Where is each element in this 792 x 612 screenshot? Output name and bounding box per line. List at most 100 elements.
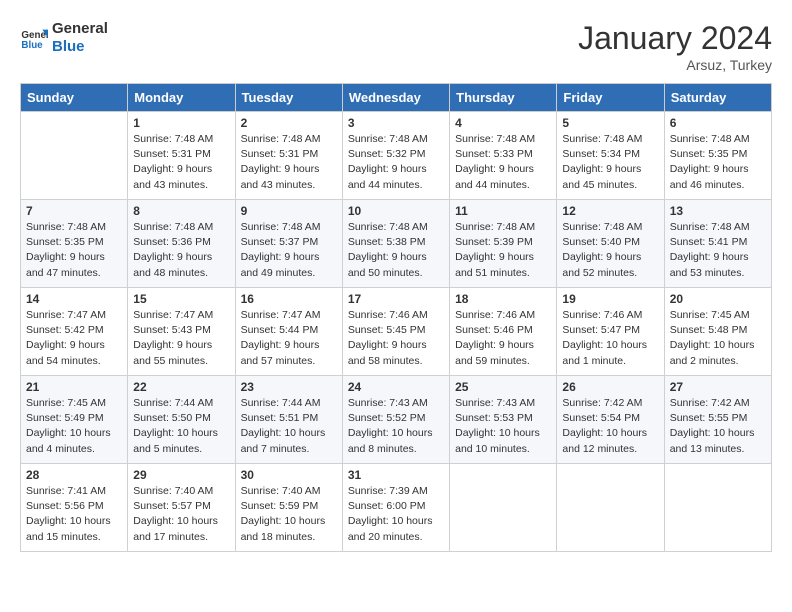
- day-info: Sunrise: 7:48 AMSunset: 5:34 PMDaylight:…: [562, 132, 658, 193]
- calendar-cell: [664, 464, 771, 552]
- calendar-cell: 16 Sunrise: 7:47 AMSunset: 5:44 PMDayligh…: [235, 288, 342, 376]
- calendar-cell: 12 Sunrise: 7:48 AMSunset: 5:40 PMDayligh…: [557, 200, 664, 288]
- column-header-saturday: Saturday: [664, 84, 771, 112]
- calendar-cell: 29Sunrise: 7:40 AMSunset: 5:57 PMDayligh…: [128, 464, 235, 552]
- calendar-cell: 28 Sunrise: 7:41 AMSunset: 5:56 PMDayligh…: [21, 464, 128, 552]
- day-number: 1: [133, 116, 229, 130]
- calendar-cell: 14Sunrise: 7:47 AMSunset: 5:42 PMDayligh…: [21, 288, 128, 376]
- column-header-thursday: Thursday: [450, 84, 557, 112]
- day-number: 4: [455, 116, 551, 130]
- week-row: 1 Sunrise: 7:48 AMSunset: 5:31 PMDaylight…: [21, 112, 772, 200]
- day-info: Sunrise: 7:46 AMSunset: 5:47 PMDaylight:…: [562, 308, 658, 369]
- calendar-cell: 25 Sunrise: 7:43 AMSunset: 5:53 PMDayligh…: [450, 376, 557, 464]
- day-number: 12: [562, 204, 658, 218]
- week-row: 7Sunrise: 7:48 AMSunset: 5:35 PMDaylight…: [21, 200, 772, 288]
- day-number: 5: [562, 116, 658, 130]
- day-number: 31: [348, 468, 444, 482]
- title-block: January 2024 Arsuz, Turkey: [578, 20, 772, 73]
- calendar-cell: 20 Sunrise: 7:45 AMSunset: 5:48 PMDayligh…: [664, 288, 771, 376]
- day-number: 28: [26, 468, 122, 482]
- day-info: Sunrise: 7:44 AMSunset: 5:51 PMDaylight:…: [241, 396, 337, 457]
- calendar-cell: 26 Sunrise: 7:42 AMSunset: 5:54 PMDayligh…: [557, 376, 664, 464]
- logo: General Blue General Blue: [20, 20, 108, 56]
- calendar-cell: 18 Sunrise: 7:46 AMSunset: 5:46 PMDayligh…: [450, 288, 557, 376]
- day-info: Sunrise: 7:43 AMSunset: 5:52 PMDaylight:…: [348, 396, 444, 457]
- day-number: 29: [133, 468, 229, 482]
- day-info: Sunrise: 7:41 AMSunset: 5:56 PMDaylight:…: [26, 484, 122, 545]
- calendar-cell: [21, 112, 128, 200]
- day-number: 13: [670, 204, 766, 218]
- day-info: Sunrise: 7:46 AMSunset: 5:45 PMDaylight:…: [348, 308, 444, 369]
- calendar-cell: 7Sunrise: 7:48 AMSunset: 5:35 PMDaylight…: [21, 200, 128, 288]
- day-info: Sunrise: 7:44 AMSunset: 5:50 PMDaylight:…: [133, 396, 229, 457]
- day-info: Sunrise: 7:45 AMSunset: 5:48 PMDaylight:…: [670, 308, 766, 369]
- day-info: Sunrise: 7:46 AMSunset: 5:46 PMDaylight:…: [455, 308, 551, 369]
- day-number: 20: [670, 292, 766, 306]
- calendar-cell: 27 Sunrise: 7:42 AMSunset: 5:55 PMDayligh…: [664, 376, 771, 464]
- day-info: Sunrise: 7:48 AMSunset: 5:36 PMDaylight:…: [133, 220, 229, 281]
- day-info: Sunrise: 7:43 AMSunset: 5:53 PMDaylight:…: [455, 396, 551, 457]
- logo-icon: General Blue: [20, 24, 48, 52]
- day-number: 21: [26, 380, 122, 394]
- day-number: 2: [241, 116, 337, 130]
- day-info: Sunrise: 7:48 AMSunset: 5:40 PMDaylight:…: [562, 220, 658, 281]
- calendar-cell: [450, 464, 557, 552]
- week-row: 21Sunrise: 7:45 AMSunset: 5:49 PMDayligh…: [21, 376, 772, 464]
- day-number: 10: [348, 204, 444, 218]
- day-info: Sunrise: 7:40 AMSunset: 5:59 PMDaylight:…: [241, 484, 337, 545]
- calendar-table: SundayMondayTuesdayWednesdayThursdayFrid…: [20, 83, 772, 552]
- day-info: Sunrise: 7:42 AMSunset: 5:54 PMDaylight:…: [562, 396, 658, 457]
- day-number: 22: [133, 380, 229, 394]
- day-info: Sunrise: 7:48 AMSunset: 5:31 PMDaylight:…: [133, 132, 229, 193]
- calendar-cell: 24 Sunrise: 7:43 AMSunset: 5:52 PMDayligh…: [342, 376, 449, 464]
- month-title: January 2024: [578, 20, 772, 57]
- calendar-cell: 9 Sunrise: 7:48 AMSunset: 5:37 PMDaylight…: [235, 200, 342, 288]
- column-header-wednesday: Wednesday: [342, 84, 449, 112]
- calendar-cell: 23 Sunrise: 7:44 AMSunset: 5:51 PMDayligh…: [235, 376, 342, 464]
- logo-blue: Blue: [52, 38, 108, 56]
- column-header-sunday: Sunday: [21, 84, 128, 112]
- day-info: Sunrise: 7:48 AMSunset: 5:32 PMDaylight:…: [348, 132, 444, 193]
- week-row: 28 Sunrise: 7:41 AMSunset: 5:56 PMDayligh…: [21, 464, 772, 552]
- day-info: Sunrise: 7:48 AMSunset: 5:31 PMDaylight:…: [241, 132, 337, 193]
- column-header-friday: Friday: [557, 84, 664, 112]
- day-number: 30: [241, 468, 337, 482]
- day-number: 27: [670, 380, 766, 394]
- calendar-cell: 19 Sunrise: 7:46 AMSunset: 5:47 PMDayligh…: [557, 288, 664, 376]
- day-number: 19: [562, 292, 658, 306]
- day-info: Sunrise: 7:48 AMSunset: 5:33 PMDaylight:…: [455, 132, 551, 193]
- day-info: Sunrise: 7:48 AMSunset: 5:39 PMDaylight:…: [455, 220, 551, 281]
- day-number: 11: [455, 204, 551, 218]
- day-number: 9: [241, 204, 337, 218]
- day-number: 23: [241, 380, 337, 394]
- calendar-cell: 11 Sunrise: 7:48 AMSunset: 5:39 PMDayligh…: [450, 200, 557, 288]
- day-number: 16: [241, 292, 337, 306]
- day-info: Sunrise: 7:47 AMSunset: 5:43 PMDaylight:…: [133, 308, 229, 369]
- calendar-cell: 5 Sunrise: 7:48 AMSunset: 5:34 PMDaylight…: [557, 112, 664, 200]
- day-info: Sunrise: 7:48 AMSunset: 5:38 PMDaylight:…: [348, 220, 444, 281]
- day-info: Sunrise: 7:42 AMSunset: 5:55 PMDaylight:…: [670, 396, 766, 457]
- day-number: 26: [562, 380, 658, 394]
- week-row: 14Sunrise: 7:47 AMSunset: 5:42 PMDayligh…: [21, 288, 772, 376]
- column-header-tuesday: Tuesday: [235, 84, 342, 112]
- calendar-cell: 2 Sunrise: 7:48 AMSunset: 5:31 PMDaylight…: [235, 112, 342, 200]
- day-number: 15: [133, 292, 229, 306]
- day-number: 18: [455, 292, 551, 306]
- day-info: Sunrise: 7:48 AMSunset: 5:37 PMDaylight:…: [241, 220, 337, 281]
- day-number: 24: [348, 380, 444, 394]
- calendar-cell: 21Sunrise: 7:45 AMSunset: 5:49 PMDayligh…: [21, 376, 128, 464]
- calendar-cell: 1 Sunrise: 7:48 AMSunset: 5:31 PMDaylight…: [128, 112, 235, 200]
- calendar-cell: 6Sunrise: 7:48 AMSunset: 5:35 PMDaylight…: [664, 112, 771, 200]
- location-subtitle: Arsuz, Turkey: [578, 57, 772, 73]
- calendar-cell: 15 Sunrise: 7:47 AMSunset: 5:43 PMDayligh…: [128, 288, 235, 376]
- day-number: 25: [455, 380, 551, 394]
- day-number: 3: [348, 116, 444, 130]
- day-info: Sunrise: 7:48 AMSunset: 5:41 PMDaylight:…: [670, 220, 766, 281]
- calendar-cell: 3 Sunrise: 7:48 AMSunset: 5:32 PMDaylight…: [342, 112, 449, 200]
- day-info: Sunrise: 7:39 AMSunset: 6:00 PMDaylight:…: [348, 484, 444, 545]
- calendar-cell: 30 Sunrise: 7:40 AMSunset: 5:59 PMDayligh…: [235, 464, 342, 552]
- column-header-monday: Monday: [128, 84, 235, 112]
- day-info: Sunrise: 7:48 AMSunset: 5:35 PMDaylight:…: [26, 220, 122, 281]
- day-info: Sunrise: 7:47 AMSunset: 5:44 PMDaylight:…: [241, 308, 337, 369]
- day-number: 17: [348, 292, 444, 306]
